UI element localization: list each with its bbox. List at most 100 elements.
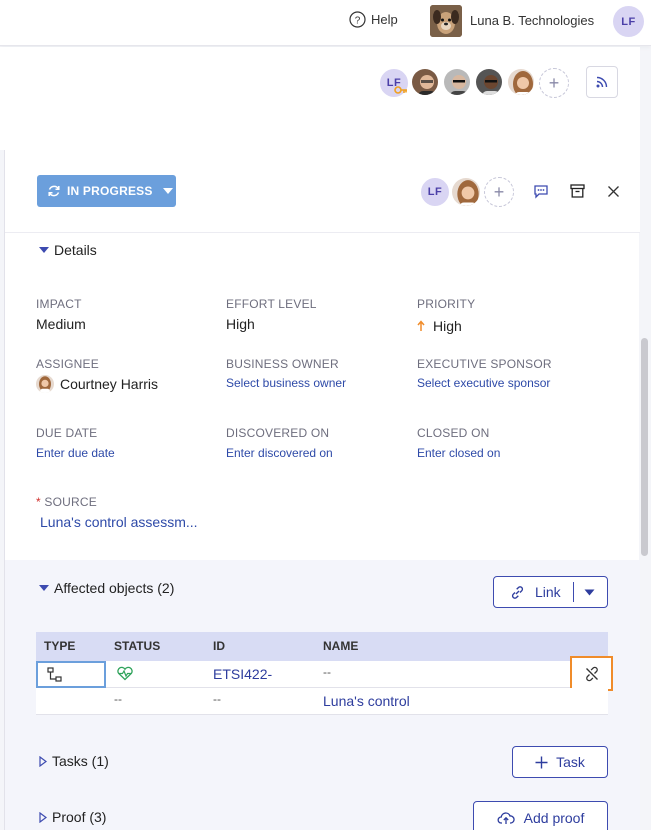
add-proof-label: Add proof bbox=[523, 810, 585, 826]
proof-title: Proof (3) bbox=[52, 809, 107, 825]
watcher-avatar[interactable] bbox=[506, 67, 536, 97]
due-date-input[interactable]: Enter due date bbox=[36, 446, 115, 460]
panel-header: IN PROGRESS LF + bbox=[5, 150, 640, 233]
help-icon: ? bbox=[349, 11, 366, 28]
link-label: Link bbox=[535, 584, 561, 600]
details-toggle[interactable]: Details bbox=[39, 242, 97, 258]
table-row[interactable]: -- -- Luna's control bbox=[36, 688, 608, 715]
cloud-upload-icon bbox=[497, 811, 515, 825]
effort-value[interactable]: High bbox=[226, 316, 255, 332]
impact-label: IMPACT bbox=[36, 297, 82, 311]
closed-input[interactable]: Enter closed on bbox=[417, 446, 500, 460]
required-marker: * bbox=[36, 495, 41, 509]
top-bar: ? Help Luna B. Technologies LF bbox=[0, 0, 651, 46]
comment-button[interactable] bbox=[531, 181, 551, 201]
assignee-field[interactable]: Courtney Harris bbox=[36, 375, 158, 393]
arrow-up-icon bbox=[417, 320, 425, 332]
proof-toggle[interactable]: Proof (3) bbox=[39, 809, 106, 825]
affected-objects-section: Affected objects (2) Link TYPE STATUS ID… bbox=[5, 560, 640, 830]
plus-icon bbox=[535, 756, 548, 769]
svg-text:?: ? bbox=[355, 15, 361, 26]
org-logo[interactable] bbox=[430, 5, 462, 37]
caret-right-icon bbox=[39, 755, 47, 767]
scrollbar-thumb[interactable] bbox=[641, 338, 648, 556]
archive-button[interactable] bbox=[567, 181, 587, 201]
add-task-label: Task bbox=[556, 754, 585, 770]
watcher-avatar[interactable] bbox=[410, 67, 440, 97]
add-participant-button[interactable]: + bbox=[484, 177, 514, 207]
comment-icon bbox=[533, 184, 549, 199]
row-status: -- bbox=[114, 692, 122, 706]
link-button[interactable]: Link bbox=[493, 576, 608, 608]
col-status: STATUS bbox=[114, 639, 161, 653]
type-cell[interactable] bbox=[36, 661, 106, 688]
plus-icon: + bbox=[548, 72, 560, 93]
row-name: -- bbox=[323, 665, 331, 679]
watcher-avatar[interactable] bbox=[442, 67, 472, 97]
caret-right-icon bbox=[39, 811, 47, 823]
priority-field[interactable]: High bbox=[417, 318, 462, 334]
col-id: ID bbox=[213, 639, 225, 653]
priority-value: High bbox=[433, 318, 462, 334]
closed-label: CLOSED ON bbox=[417, 426, 490, 440]
assignee-photo bbox=[36, 375, 54, 393]
effort-label: EFFORT LEVEL bbox=[226, 297, 317, 311]
source-label: * SOURCE bbox=[36, 495, 97, 509]
discovered-label: DISCOVERED ON bbox=[226, 426, 330, 440]
table-row[interactable]: ETSI422- -- bbox=[36, 656, 613, 691]
col-type: TYPE bbox=[44, 639, 76, 653]
due-date-label: DUE DATE bbox=[36, 426, 98, 440]
assignee-label: ASSIGNEE bbox=[36, 357, 99, 371]
participant-avatar[interactable] bbox=[450, 176, 482, 208]
close-icon bbox=[607, 185, 620, 198]
business-owner-select[interactable]: Select business owner bbox=[226, 376, 346, 390]
chevron-down-icon bbox=[162, 188, 173, 194]
tasks-title: Tasks (1) bbox=[52, 753, 109, 769]
col-name: NAME bbox=[323, 639, 359, 653]
chevron-down-icon[interactable] bbox=[584, 589, 595, 596]
source-link[interactable]: Luna's control assessm... bbox=[40, 514, 198, 530]
user-avatar[interactable]: LF bbox=[613, 6, 644, 37]
discovered-input[interactable]: Enter discovered on bbox=[226, 446, 333, 460]
unlink-button[interactable] bbox=[570, 656, 613, 691]
exec-sponsor-select[interactable]: Select executive sponsor bbox=[417, 376, 550, 390]
tasks-toggle[interactable]: Tasks (1) bbox=[39, 753, 109, 769]
help-label: Help bbox=[371, 12, 398, 27]
add-task-button[interactable]: Task bbox=[512, 746, 608, 778]
archive-icon bbox=[569, 184, 585, 198]
add-proof-button[interactable]: Add proof bbox=[473, 801, 608, 830]
unlink-icon bbox=[584, 666, 600, 682]
heart-pulse-icon bbox=[116, 666, 134, 681]
assignee-initials: LF bbox=[427, 186, 443, 198]
row-id: -- bbox=[213, 692, 221, 706]
priority-label: PRIORITY bbox=[417, 297, 476, 311]
watchers-bar: LF + bbox=[0, 47, 640, 150]
rss-icon bbox=[595, 75, 609, 89]
impact-value[interactable]: Medium bbox=[36, 316, 86, 332]
affected-objects-table: TYPE STATUS ID NAME ETSI422- -- -- -- Lu… bbox=[36, 632, 613, 715]
status-label: IN PROGRESS bbox=[67, 184, 153, 198]
plus-icon: + bbox=[493, 181, 505, 202]
table-header: TYPE STATUS ID NAME bbox=[36, 632, 608, 661]
row-name-link[interactable]: Luna's control bbox=[323, 693, 410, 709]
assignee-value: Courtney Harris bbox=[60, 376, 159, 392]
issue-panel: IN PROGRESS LF + Details IMPACT Medium E… bbox=[4, 150, 640, 830]
caret-down-icon bbox=[39, 585, 49, 591]
org-name[interactable]: Luna B. Technologies bbox=[470, 13, 594, 28]
close-button[interactable] bbox=[603, 181, 623, 201]
hierarchy-icon bbox=[47, 667, 63, 682]
source-label-text: SOURCE bbox=[44, 495, 97, 509]
help-link[interactable]: ? Help bbox=[349, 11, 398, 28]
affected-objects-toggle[interactable]: Affected objects (2) bbox=[39, 580, 174, 596]
affected-objects-title: Affected objects (2) bbox=[54, 580, 175, 596]
link-icon bbox=[510, 585, 525, 600]
assignee-avatar[interactable]: LF bbox=[419, 176, 451, 208]
business-owner-label: BUSINESS OWNER bbox=[226, 357, 339, 371]
add-watcher-button[interactable]: + bbox=[539, 68, 569, 98]
row-id-link[interactable]: ETSI422- bbox=[213, 666, 272, 682]
subscribe-button[interactable] bbox=[586, 66, 618, 98]
status-dropdown[interactable]: IN PROGRESS bbox=[37, 175, 176, 207]
details-title: Details bbox=[54, 242, 97, 258]
watcher-avatar[interactable] bbox=[474, 67, 504, 97]
exec-sponsor-label: EXECUTIVE SPONSOR bbox=[417, 357, 552, 371]
